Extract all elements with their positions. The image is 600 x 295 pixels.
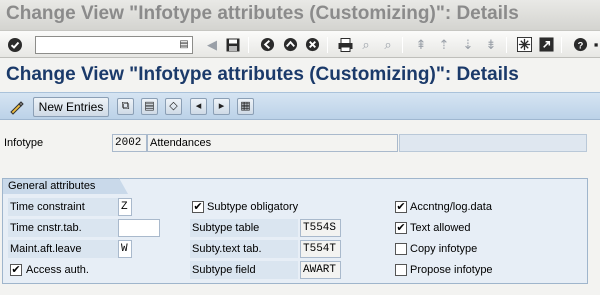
create-session-icon[interactable] <box>515 36 533 53</box>
infotype-name-field: Attendances <box>147 134 398 152</box>
subtype-table-field: T554S <box>300 219 341 237</box>
exit-icon[interactable] <box>281 36 299 53</box>
enter-icon[interactable] <box>6 36 24 53</box>
help-icon[interactable]: ? <box>571 36 589 53</box>
subtype-field-label: Subtype field <box>190 261 298 279</box>
save-icon[interactable] <box>224 36 242 53</box>
access-auth-label: Access auth. <box>26 264 89 276</box>
subty-text-tab-label: Subty.text tab. <box>190 240 298 258</box>
copy-infotype-checkbox[interactable] <box>395 243 407 255</box>
previous-entry-icon[interactable]: ◂ <box>190 98 207 115</box>
infotype-code-field: 2002 <box>112 134 147 152</box>
subty-text-tab-field: T554T <box>300 240 341 258</box>
display-change-icon[interactable] <box>8 98 25 115</box>
subtype-field-field: AWART <box>300 261 341 279</box>
back-arrow-icon[interactable]: ◀ <box>203 36 221 53</box>
next-entry-icon[interactable]: ▸ <box>213 98 230 115</box>
access-auth-checkbox[interactable]: ✔ <box>10 264 22 276</box>
subtype-table-label: Subtype table <box>190 219 298 237</box>
group-title: General attributes <box>2 178 128 194</box>
subtype-obligatory-label: Subtype obligatory <box>207 201 299 213</box>
time-cnstr-tab-input[interactable] <box>118 219 160 237</box>
time-constraint-label: Time constraint <box>8 198 118 216</box>
svg-text:?: ? <box>577 40 583 50</box>
find-icon[interactable]: ⌕ <box>357 36 375 53</box>
overflow-icon[interactable]: ▪ <box>592 36 600 53</box>
undo-icon[interactable]: ◇ <box>165 98 182 115</box>
infotype-extra-field <box>399 134 587 152</box>
propose-infotype-checkbox[interactable] <box>395 264 407 276</box>
text-allowed-checkbox[interactable]: ✔ <box>395 222 407 234</box>
maint-aft-leave-input[interactable]: W <box>118 240 132 258</box>
toolbar-separator <box>561 37 562 53</box>
time-constraint-input[interactable]: Z <box>118 198 132 216</box>
next-page-icon[interactable]: ⇣ <box>459 36 477 53</box>
new-entries-button[interactable]: New Entries <box>33 97 109 117</box>
toolbar-separator <box>248 37 249 53</box>
toolbar-separator <box>402 37 403 53</box>
toolbar-separator <box>506 37 507 53</box>
cancel-icon[interactable] <box>303 36 321 53</box>
subtype-obligatory-checkbox[interactable]: ✔ <box>192 201 204 213</box>
time-cnstr-tab-label: Time cnstr.tab. <box>8 219 118 237</box>
accntng-log-data-label: Accntng/log.data <box>410 201 492 213</box>
toolbar-separator <box>327 37 328 53</box>
select-all-icon[interactable]: ▦ <box>237 98 254 115</box>
shortcut-icon[interactable] <box>537 36 555 53</box>
page-title: Change View "Infotype attributes (Custom… <box>6 64 519 85</box>
window-title: Change View "Infotype attributes (Custom… <box>6 3 519 24</box>
back-icon[interactable] <box>258 36 276 53</box>
find-next-icon[interactable]: ⌕ <box>379 36 397 53</box>
accntng-log-data-checkbox[interactable]: ✔ <box>395 201 407 213</box>
delete-icon[interactable]: ▤ <box>141 98 158 115</box>
last-page-icon[interactable]: ⇟ <box>482 36 500 53</box>
copy-as-icon[interactable]: ⧉ <box>117 98 134 115</box>
first-page-icon[interactable]: ⇞ <box>412 36 430 53</box>
propose-infotype-label: Propose infotype <box>410 264 493 276</box>
maint-aft-leave-label: Maint.aft.leave <box>8 240 118 258</box>
command-dropdown-icon[interactable]: ▤ <box>178 38 190 52</box>
text-allowed-label: Text allowed <box>410 222 471 234</box>
copy-infotype-label: Copy infotype <box>410 243 478 255</box>
print-icon[interactable] <box>336 36 354 53</box>
infotype-label: Infotype <box>4 137 44 149</box>
previous-page-icon[interactable]: ⇡ <box>435 36 453 53</box>
command-field[interactable] <box>35 36 193 54</box>
